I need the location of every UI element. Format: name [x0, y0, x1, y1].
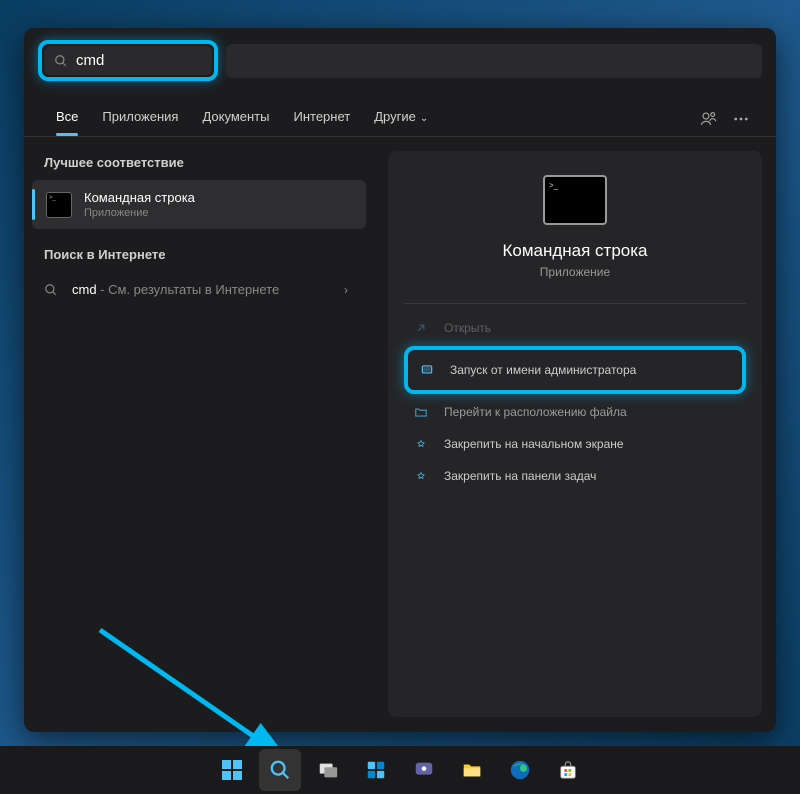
results-panel: Лучшее соответствие >_ Командная строка …: [24, 137, 374, 731]
chevron-right-icon: ›: [344, 283, 348, 297]
tab-internet[interactable]: Интернет: [281, 101, 362, 136]
tab-other[interactable]: Другие⌄: [362, 101, 440, 136]
highlight-search: [38, 40, 218, 81]
taskbar-store[interactable]: [547, 749, 589, 791]
account-icon[interactable]: [700, 110, 718, 128]
highlight-run-admin: Запуск от имени администратора: [404, 346, 746, 394]
taskbar-taskview[interactable]: [307, 749, 349, 791]
web-result-text: cmd - См. результаты в Интернете: [72, 282, 344, 297]
tab-apps[interactable]: Приложения: [90, 101, 190, 136]
content-area: Лучшее соответствие >_ Командная строка …: [24, 137, 776, 731]
section-web-search: Поиск в Интернете: [24, 247, 374, 272]
search-icon: [54, 54, 68, 68]
action-open[interactable]: Открыть: [404, 312, 746, 344]
taskbar-explorer[interactable]: [451, 749, 493, 791]
search-bar-area: [24, 28, 776, 93]
start-button[interactable]: [211, 749, 253, 791]
action-pin-taskbar-label: Закрепить на панели задач: [444, 469, 596, 483]
search-bar-extension[interactable]: [226, 44, 762, 78]
result-subtitle: Приложение: [84, 207, 352, 219]
cmd-icon: >_: [46, 192, 72, 218]
action-pin-start-label: Закрепить на начальном экране: [444, 437, 624, 451]
result-cmd[interactable]: >_ Командная строка Приложение: [32, 180, 366, 229]
chevron-down-icon: ⌄: [420, 113, 428, 124]
detail-subtitle: Приложение: [540, 265, 610, 279]
more-icon[interactable]: [732, 110, 750, 128]
detail-card: >_ Командная строка Приложение Открыть: [388, 151, 762, 717]
pin-icon: [414, 469, 434, 483]
app-icon-large: >_: [543, 175, 607, 225]
action-open-label: Открыть: [444, 321, 491, 335]
shield-icon: [420, 363, 440, 377]
taskbar: [0, 746, 800, 794]
action-run-admin[interactable]: Запуск от имени администратора: [410, 352, 740, 388]
detail-panel: >_ Командная строка Приложение Открыть: [374, 137, 776, 731]
action-run-admin-label: Запуск от имени администратора: [450, 363, 636, 377]
taskbar-search[interactable]: [259, 749, 301, 791]
action-list: Открыть Запуск от имени администратора: [404, 312, 746, 492]
tab-docs[interactable]: Документы: [190, 101, 281, 136]
action-file-location-label: Перейти к расположению файла: [444, 405, 627, 419]
pin-icon: [414, 437, 434, 451]
section-best-match: Лучшее соответствие: [24, 155, 374, 180]
open-icon: [414, 321, 434, 335]
search-icon: [44, 283, 58, 297]
result-title: Командная строка: [84, 190, 352, 205]
taskbar-chat[interactable]: [403, 749, 445, 791]
taskbar-edge[interactable]: [499, 749, 541, 791]
tabs-bar: Все Приложения Документы Интернет Другие…: [24, 93, 776, 137]
taskbar-widgets[interactable]: [355, 749, 397, 791]
action-pin-taskbar[interactable]: Закрепить на панели задач: [404, 460, 746, 492]
action-file-location[interactable]: Перейти к расположению файла: [404, 396, 746, 428]
tab-all[interactable]: Все: [44, 101, 90, 136]
search-bar[interactable]: [44, 46, 212, 75]
action-pin-start[interactable]: Закрепить на начальном экране: [404, 428, 746, 460]
divider: [404, 303, 746, 304]
detail-title: Командная строка: [502, 241, 647, 261]
search-window: Все Приложения Документы Интернет Другие…: [24, 28, 776, 732]
folder-icon: [414, 405, 434, 419]
web-result-cmd[interactable]: cmd - См. результаты в Интернете ›: [24, 272, 374, 307]
